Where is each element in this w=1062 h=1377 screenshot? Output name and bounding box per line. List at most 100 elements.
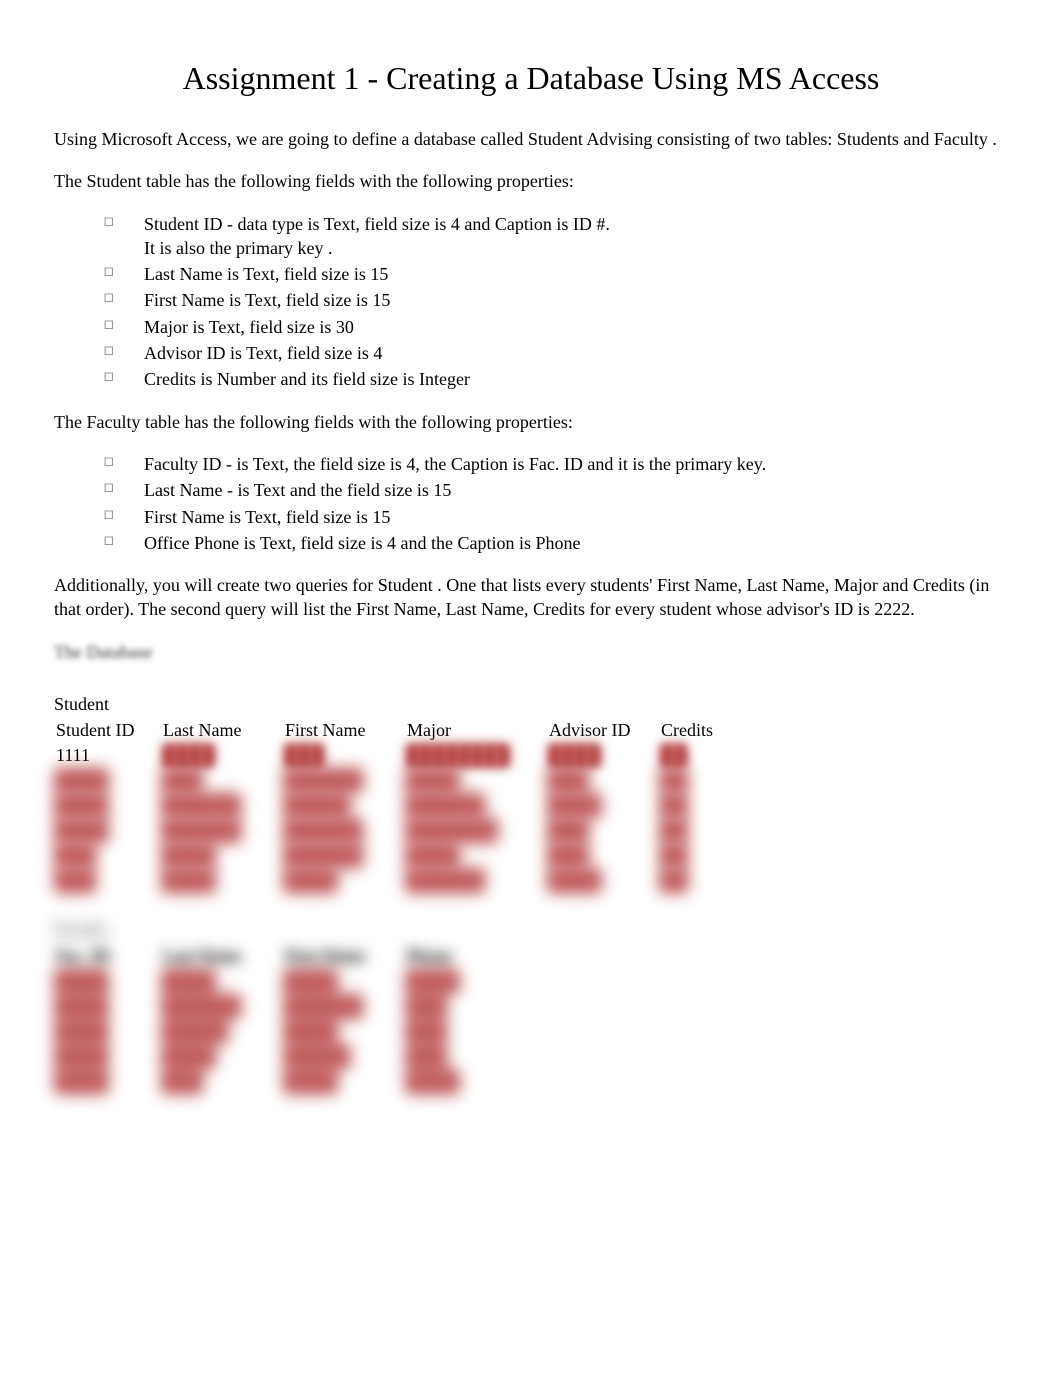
list-item: 🞐Credits is Number and its field size is… <box>94 367 1008 391</box>
cell-advisor-id: ████ <box>547 793 659 818</box>
col-header-last-name: Last Name <box>161 944 283 969</box>
cell-advisor-id: ███ <box>547 818 659 843</box>
cell-last-name: ██████ <box>161 818 283 843</box>
list-item: 🞐 First Name is Text, field size is 15 <box>94 505 1008 529</box>
col-header-first-name: First Name <box>283 944 405 969</box>
list-item: 🞐 First Name is Text, field size is 15 <box>94 288 1008 312</box>
cell-student-id: 1111 <box>54 743 161 768</box>
student-table: Student ID Last Name First Name Major Ad… <box>54 718 731 893</box>
field-text: Faculty ID - is Text, the field size is … <box>144 454 766 474</box>
bullet-icon: 🞐 <box>104 290 113 306</box>
list-item: 🞐Last Name - is Text and the field size … <box>94 478 1008 502</box>
field-text: Office Phone is Text, field size is 4 an… <box>144 533 581 553</box>
cell-last-name: █████ <box>161 1019 283 1044</box>
cell-major: ██████ <box>405 793 547 818</box>
table-row: ████ ██████ ██████ ███████ ███ ██ <box>54 818 731 843</box>
field-text-sub: It is also the primary key . <box>144 236 1008 260</box>
cell-phone: ████ <box>405 1069 507 1094</box>
field-text: First Name is Text, field size is 15 <box>144 290 390 310</box>
bullet-icon: 🞐 <box>104 264 113 280</box>
bullet-icon: 🞐 <box>104 454 113 470</box>
cell-faculty-id: ████ <box>54 1069 161 1094</box>
table-row: ████ ███ ██████ ████ ███ ██ <box>54 768 731 793</box>
cell-first-name: ███ <box>283 743 405 768</box>
intro-text-g: . <box>988 129 997 149</box>
table-row: ████ ██████ ██████ ███ <box>54 994 507 1019</box>
cell-major: ████ <box>405 768 547 793</box>
cell-major: ██████ <box>405 868 547 893</box>
bullet-icon: 🞐 <box>104 507 113 523</box>
table-row: ████ ███ ████ ████ <box>54 1069 507 1094</box>
table-row: ███ ████ ██████ ████ ███ ██ <box>54 843 731 868</box>
cell-first-name: ████ <box>283 1069 405 1094</box>
cell-student-id: ████ <box>54 818 161 843</box>
cell-credits: ██ <box>659 818 731 843</box>
cell-last-name: ████ <box>161 868 283 893</box>
cell-advisor-id: ███ <box>547 843 659 868</box>
intro-text-a: Using Microsoft Access, we are going to … <box>54 129 528 149</box>
col-header-phone: Phone <box>405 944 507 969</box>
cell-last-name: ███ <box>161 1069 283 1094</box>
field-text: Advisor ID is Text, field size is 4 <box>144 343 382 363</box>
col-header-credits: Credits <box>659 718 731 743</box>
student-fields-list: 🞐 Student ID - data type is Text, field … <box>94 212 1008 392</box>
list-item: 🞐 Faculty ID - is Text, the field size is… <box>94 452 1008 476</box>
intro-table2: Faculty <box>934 129 988 149</box>
table-row: ████ █████ ████ ███ <box>54 1019 507 1044</box>
col-header-major: Major <box>405 718 547 743</box>
cell-last-name: ████ <box>161 969 283 994</box>
cell-first-name: █████ <box>283 1044 405 1069</box>
table-header-row: Fac. ID Last Name First Name Phone <box>54 944 507 969</box>
cell-credits: ██ <box>659 843 731 868</box>
cell-last-name: ██████ <box>161 793 283 818</box>
cell-major: ████████ <box>405 743 547 768</box>
cell-first-name: ██████ <box>283 843 405 868</box>
intro-dbname: Student Advising <box>528 129 653 149</box>
faculty-table: Fac. ID Last Name First Name Phone ████ … <box>54 944 507 1094</box>
database-heading: The Database <box>54 640 152 664</box>
cell-advisor-id: ████ <box>547 868 659 893</box>
bullet-icon: 🞐 <box>104 343 113 359</box>
cell-last-name: ████ <box>161 743 283 768</box>
faculty-fields-intro: The Faculty table has the following fiel… <box>54 410 1008 434</box>
col-header-advisor-id: Advisor ID <box>547 718 659 743</box>
table-row: ████ ████ ████ ████ <box>54 969 507 994</box>
table-row: ████ ██████ █████ ██████ ████ ██ <box>54 793 731 818</box>
field-text: Last Name is Text, field size is 15 <box>144 264 388 284</box>
cell-major: ████ <box>405 843 547 868</box>
cell-last-name: ███ <box>161 768 283 793</box>
faculty-table-title: Faculty <box>54 917 1008 941</box>
tables-area: Student Student ID Last Name First Name … <box>54 692 1008 1094</box>
intro-text-c: consisting of two tables: <box>652 129 836 149</box>
table-header-row: Student ID Last Name First Name Major Ad… <box>54 718 731 743</box>
list-item: 🞐 Major is Text, field size is 30 <box>94 315 1008 339</box>
cell-advisor-id: ███ <box>547 768 659 793</box>
list-item: 🞐 Last Name is Text, field size is 15 <box>94 262 1008 286</box>
list-item: 🞐 Student ID - data type is Text, field … <box>94 212 1008 261</box>
field-text: First Name is Text, field size is 15 <box>144 507 390 527</box>
cell-first-name: ██████ <box>283 994 405 1019</box>
col-header-student-id: Student ID <box>54 718 161 743</box>
page-title: Assignment 1 - Creating a Database Using… <box>54 60 1008 97</box>
intro-text-e: and <box>899 129 934 149</box>
bullet-icon: 🞐 <box>104 317 113 333</box>
table-row: 1111 ████ ███ ████████ ████ ██ <box>54 743 731 768</box>
cell-credits: ██ <box>659 868 731 893</box>
queries-paragraph: Additionally, you will create two querie… <box>54 573 1008 622</box>
list-item: 🞐 Advisor ID is Text, field size is 4 <box>94 341 1008 365</box>
student-table-title: Student <box>54 692 1008 716</box>
field-text: Last Name - is Text and the field size i… <box>144 480 451 500</box>
cell-student-id: ███ <box>54 843 161 868</box>
field-text: Major is Text, field size is 30 <box>144 317 354 337</box>
cell-faculty-id: ████ <box>54 1044 161 1069</box>
intro-table1: Students <box>837 129 899 149</box>
col-header-last-name: Last Name <box>161 718 283 743</box>
cell-advisor-id: ████ <box>547 743 659 768</box>
cell-credits: ██ <box>659 793 731 818</box>
table-row: ███ ████ ████ ██████ ████ ██ <box>54 868 731 893</box>
cell-last-name: ████ <box>161 843 283 868</box>
cell-phone: ███ <box>405 1019 507 1044</box>
cell-student-id: ████ <box>54 768 161 793</box>
cell-phone: ███ <box>405 1044 507 1069</box>
table-row: ████ ████ █████ ███ <box>54 1044 507 1069</box>
